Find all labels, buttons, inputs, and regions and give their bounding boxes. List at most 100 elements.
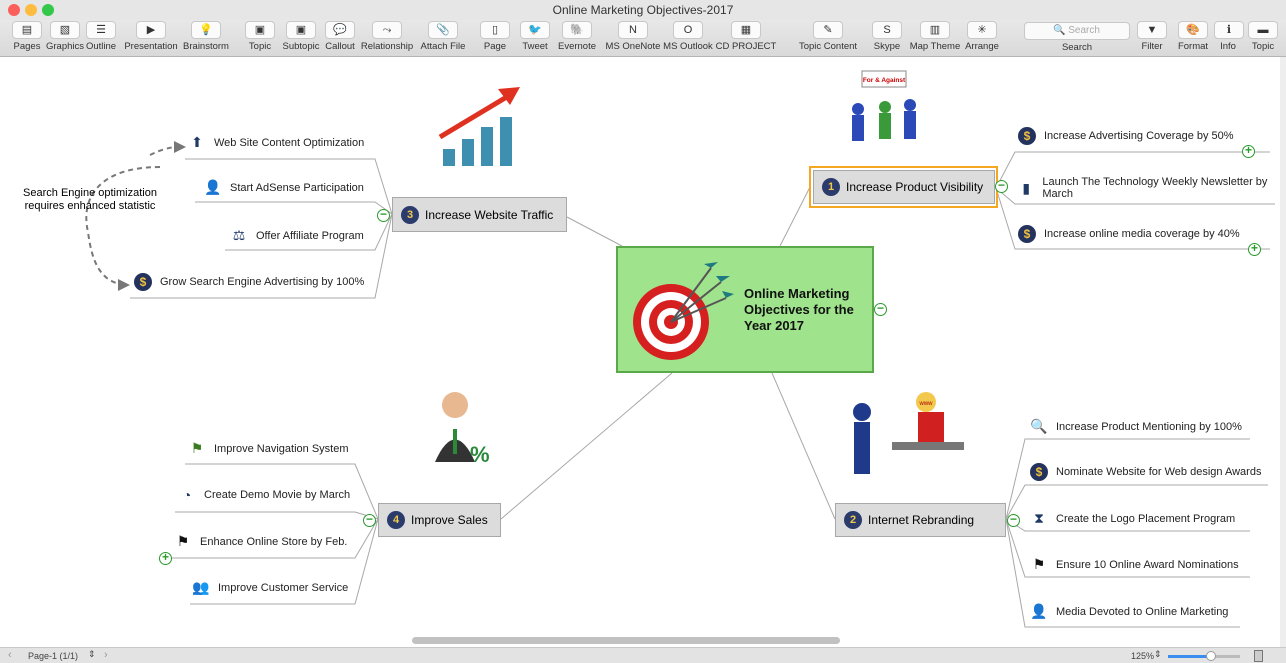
- subtopic[interactable]: $ Increase Advertising Coverage by 50%: [1018, 127, 1234, 145]
- person-icon: 👤: [1030, 603, 1048, 619]
- expand-toggle[interactable]: +: [1248, 242, 1261, 256]
- toolbar-label: Arrange: [965, 41, 999, 52]
- toolbar-brainstorm-button[interactable]: 💡 Brainstorm: [180, 20, 232, 52]
- subtopic[interactable]: ⚑ Improve Navigation System: [188, 440, 349, 457]
- subtopic[interactable]: ⬆ Web Site Content Optimization: [188, 134, 364, 151]
- topic-increase-product-visibility[interactable]: 1 Increase Product Visibility: [813, 170, 995, 204]
- toolbar-outline-button[interactable]: ☰ Outline: [80, 20, 122, 52]
- fit-page-button[interactable]: [1254, 650, 1263, 662]
- central-topic-label: Online Marketing Objectives for the Year…: [744, 286, 854, 333]
- toolbar-format-button[interactable]: 🎨 Format: [1173, 20, 1213, 52]
- toolbar-ms-outlook-button[interactable]: O MS Outlook: [658, 20, 718, 52]
- subtopic[interactable]: ⚑ Ensure 10 Online Award Nominations: [1030, 556, 1239, 573]
- zoom-slider[interactable]: [1168, 651, 1240, 661]
- subtopic[interactable]: ◔ Create Demo Movie by March: [178, 487, 350, 503]
- toolbar-tweet-button[interactable]: 🐦 Tweet: [514, 20, 556, 52]
- toolbar-label: Relationship: [360, 41, 414, 52]
- previous-page-button[interactable]: ‹: [8, 649, 12, 661]
- window-title: Online Marketing Objectives-2017: [552, 3, 734, 17]
- info-icon: ℹ: [1214, 21, 1244, 39]
- collapse-toggle[interactable]: −: [363, 513, 376, 527]
- page-stepper[interactable]: ⇕: [88, 649, 96, 660]
- toolbar-label: Filter: [1141, 41, 1163, 52]
- toolbar-ms-onenote-button[interactable]: N MS OneNote: [604, 20, 662, 52]
- magnifier-icon: 🔍: [1030, 418, 1048, 434]
- topic-improve-sales[interactable]: 4 Improve Sales: [378, 503, 501, 537]
- toolbar-label: Info: [1220, 41, 1236, 52]
- subtopic[interactable]: $ Increase online media coverage by 40%: [1018, 225, 1240, 243]
- person-icon: 👤: [204, 179, 222, 195]
- filter-icon: ▼: [1137, 21, 1167, 39]
- toolbar-presentation-button[interactable]: ▶ Presentation: [120, 20, 182, 52]
- subtopic[interactable]: 👤 Media Devoted to Online Marketing: [1030, 603, 1228, 620]
- callout-note[interactable]: Search Engine optimization requires enha…: [20, 187, 160, 213]
- dollar-icon: $: [1018, 127, 1036, 145]
- subtopic[interactable]: ⧗ Create the Logo Placement Program: [1030, 510, 1235, 527]
- collapse-toggle[interactable]: −: [1007, 513, 1020, 527]
- toolbar-cd-project-button[interactable]: ▦ CD PROJECT: [714, 20, 778, 52]
- callout-icon: 💬: [325, 21, 355, 39]
- outline-icon: ☰: [86, 21, 116, 39]
- toolbar-relationship-button[interactable]: ⤳ Relationship: [358, 20, 416, 52]
- dollar-icon: $: [1018, 225, 1036, 243]
- target-icon: [633, 262, 734, 360]
- toolbar-label: Topic: [1251, 41, 1275, 52]
- subtopic[interactable]: ▮ Launch The Technology Weekly Newsletter…: [1018, 176, 1278, 200]
- toolbar-label: Skype: [873, 41, 901, 52]
- toolbar-map-theme-button[interactable]: ▥ Map Theme: [906, 20, 964, 52]
- toolbar-page-button[interactable]: ▯ Page: [478, 20, 512, 52]
- toolbar-skype-button[interactable]: S Skype: [868, 20, 906, 52]
- next-page-button[interactable]: ›: [104, 649, 108, 661]
- subtopic[interactable]: ⚖ Offer Affiliate Program: [230, 227, 364, 244]
- toolbar-topic-button[interactable]: ▬ Topic: [1246, 20, 1280, 52]
- collapse-toggle[interactable]: −: [377, 208, 390, 222]
- dollar-icon: $: [134, 273, 152, 291]
- presenter-clipart: [853, 392, 964, 474]
- subtopic[interactable]: $ Nominate Website for Web design Awards: [1030, 463, 1261, 481]
- toolbar-label: Topic Content: [798, 41, 858, 52]
- horizontal-scrollbar[interactable]: [412, 637, 840, 644]
- toolbar-subtopic-button[interactable]: ▣ Subtopic: [278, 20, 324, 52]
- toolbar-evernote-button[interactable]: 🐘 Evernote: [554, 20, 600, 52]
- toolbar-label: MS Outlook: [663, 41, 713, 52]
- flag-icon: ⚑: [190, 440, 204, 456]
- zoom-window-button[interactable]: [42, 4, 54, 16]
- expand-toggle[interactable]: +: [159, 551, 172, 565]
- toolbar-filter-button[interactable]: ▼ Filter: [1136, 20, 1168, 52]
- search-input[interactable]: 🔍 Search: [1024, 22, 1130, 40]
- central-topic[interactable]: Online Marketing Objectives for the Year…: [616, 246, 874, 373]
- svg-text:For & Against: For & Against: [863, 77, 906, 84]
- flag-icon: ⚑: [176, 533, 190, 549]
- clock-person-icon: ◔: [182, 487, 192, 503]
- title-bar: Online Marketing Objectives-2017: [0, 0, 1286, 20]
- expand-toggle[interactable]: +: [1242, 144, 1255, 158]
- page-indicator: Page-1 (1/1): [28, 651, 79, 661]
- minimize-window-button[interactable]: [25, 4, 37, 16]
- toolbar-topic-content-button[interactable]: ✎ Topic Content: [796, 20, 860, 52]
- toolbar-callout-button[interactable]: 💬 Callout: [320, 20, 360, 52]
- toolbar-arrange-button[interactable]: ✳ Arrange: [960, 20, 1004, 52]
- dollar-icon: $: [1030, 463, 1048, 481]
- toolbar-info-button[interactable]: ℹ Info: [1214, 20, 1244, 52]
- close-window-button[interactable]: [8, 4, 20, 16]
- page-icon: ▯: [480, 21, 510, 39]
- hourglass-icon: ⧗: [1034, 510, 1044, 526]
- subtopic[interactable]: 🔍 Increase Product Mentioning by 100%: [1030, 418, 1242, 435]
- up-arrow-icon: ⬆: [191, 134, 203, 150]
- topic-internet-rebranding[interactable]: 2 Internet Rebranding: [835, 503, 1006, 537]
- collapse-toggle[interactable]: −: [995, 179, 1008, 193]
- toolbar-attach-file-button[interactable]: 📎 Attach File: [416, 20, 470, 52]
- topic-icon: ▣: [245, 21, 275, 39]
- subtopic[interactable]: ⚑ Enhance Online Store by Feb.: [174, 533, 348, 550]
- subtopic[interactable]: $ Grow Search Engine Advertising by 100%: [134, 273, 364, 291]
- mind-map-canvas[interactable]: % www For & Against Search Engine optimi…: [0, 57, 1286, 647]
- collapse-toggle[interactable]: −: [874, 302, 887, 316]
- subtopic[interactable]: 👤 Start AdSense Participation: [204, 179, 364, 196]
- toolbar-topic-button[interactable]: ▣ Topic: [242, 20, 278, 52]
- toolbar-label: Pages: [13, 41, 41, 52]
- subtopic[interactable]: 👥 Improve Customer Service: [192, 579, 348, 596]
- toolbar-label: Brainstorm: [183, 41, 229, 52]
- toolbar-label: Callout: [325, 41, 355, 52]
- topic-increase-website-traffic[interactable]: 3 Increase Website Traffic: [392, 197, 567, 232]
- zoom-stepper[interactable]: ⇕: [1154, 649, 1162, 660]
